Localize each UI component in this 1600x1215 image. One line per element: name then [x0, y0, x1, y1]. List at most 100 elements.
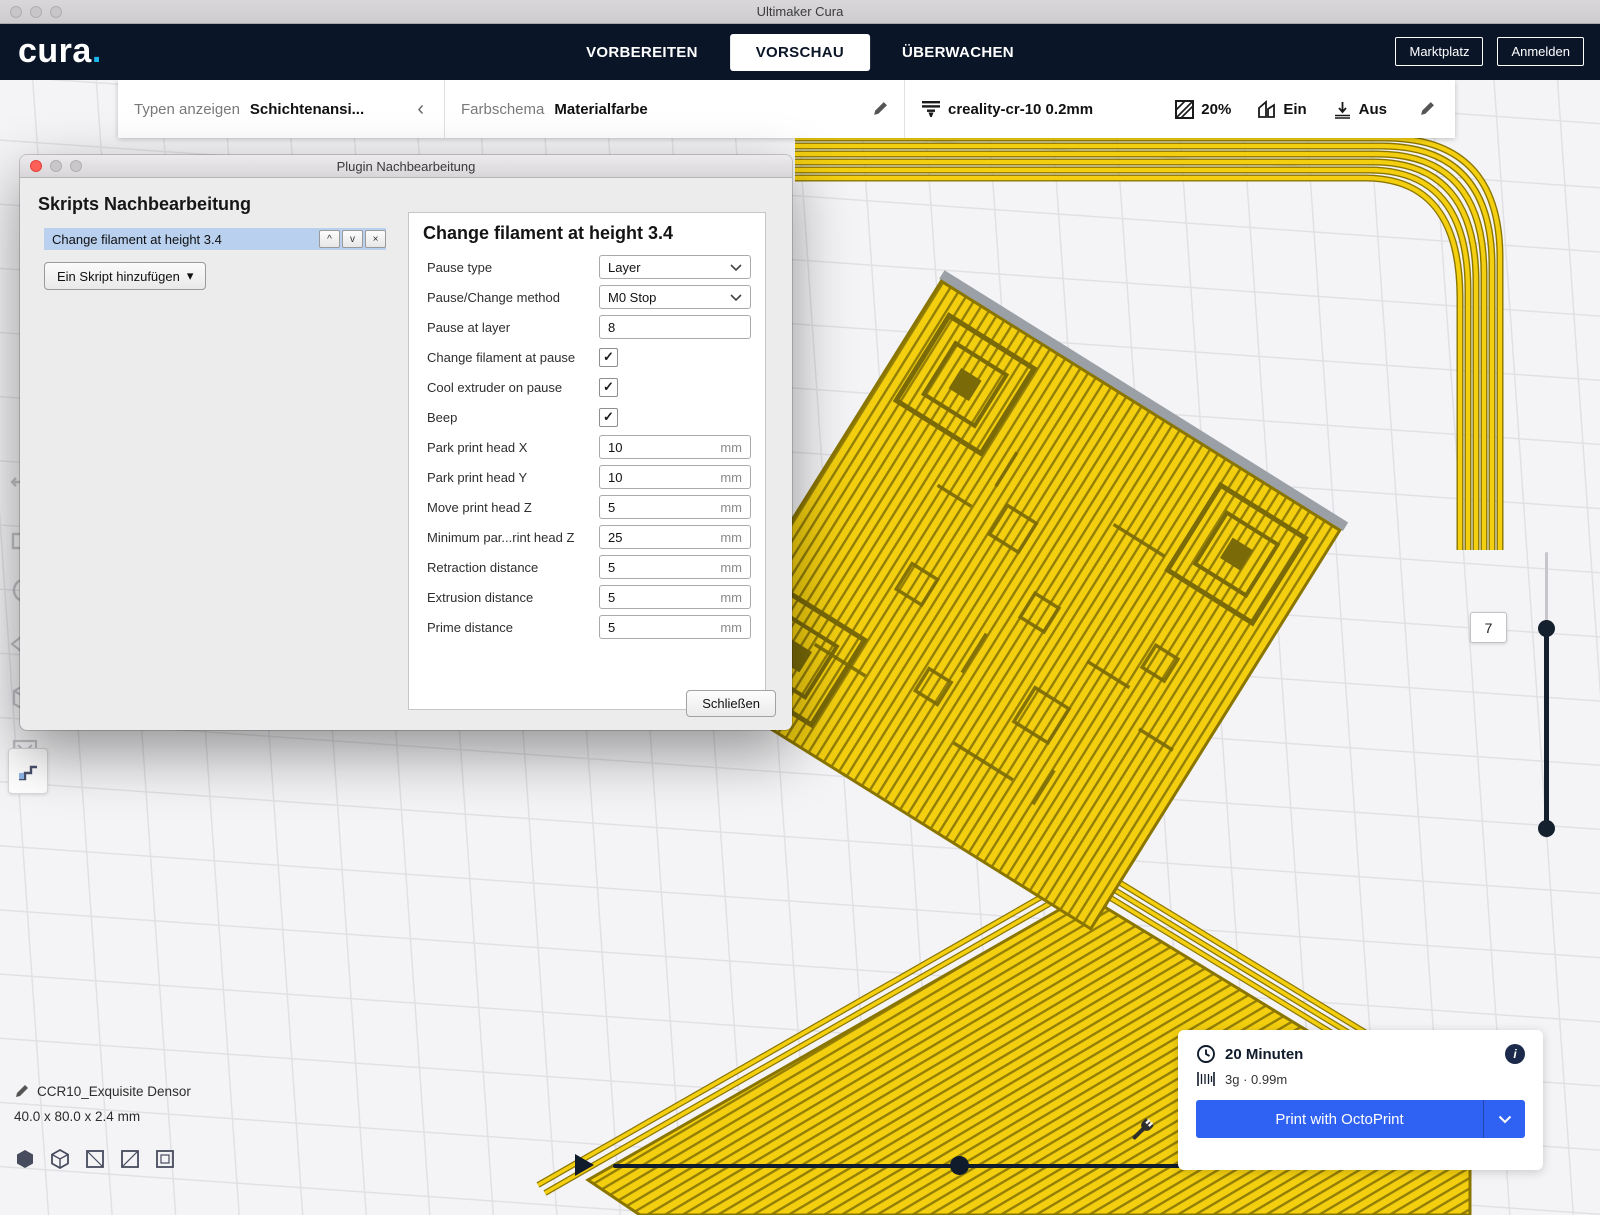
collapse-chevron-icon[interactable]: ‹: [413, 98, 428, 121]
print-time: 20 Minuten: [1225, 1046, 1303, 1063]
support-indicator[interactable]: Ein: [1257, 100, 1306, 119]
current-layer-value: 7: [1485, 620, 1493, 636]
path-slider-track[interactable]: [613, 1164, 1181, 1168]
view-top-icon[interactable]: [84, 1148, 106, 1170]
script-settings-panel: Change filament at height 3.4 Pause type…: [408, 212, 766, 710]
change-filament-checkbox[interactable]: ✓: [599, 348, 618, 367]
color-scheme-value: Materialfarbe: [554, 101, 647, 118]
move-z-input[interactable]: 5 mm: [599, 495, 751, 519]
park-x-input[interactable]: 10 mm: [599, 435, 751, 459]
signin-button[interactable]: Anmelden: [1497, 37, 1584, 66]
layer-slider-lower-handle[interactable]: [1538, 820, 1555, 837]
park-y-input[interactable]: 10 mm: [599, 465, 751, 489]
view-left-icon[interactable]: [119, 1148, 141, 1170]
info-icon[interactable]: i: [1505, 1044, 1525, 1064]
edit-color-scheme-button[interactable]: [872, 101, 888, 117]
zoom-window-button[interactable]: [50, 6, 62, 18]
field-row: Retraction distance 5 mm: [423, 552, 751, 582]
field-row: Pause/Change method M0 Stop: [423, 282, 751, 312]
nozzle-icon: [921, 100, 941, 118]
caret-down-icon: ▾: [187, 268, 194, 284]
object-list-panel[interactable]: [8, 748, 48, 794]
field-row: Change filament at pause ✓: [423, 342, 751, 372]
minimize-window-button[interactable]: [30, 6, 42, 18]
marketplace-button[interactable]: Marktplatz: [1395, 37, 1483, 66]
min-park-z-input[interactable]: 25 mm: [599, 525, 751, 549]
add-script-button[interactable]: Ein Skript hinzufügen ▾: [44, 262, 206, 290]
window-title: Ultimaker Cura: [757, 4, 844, 19]
infill-indicator[interactable]: 20%: [1175, 100, 1231, 119]
layer-slider-upper-handle[interactable]: [1538, 620, 1555, 637]
selected-script-row[interactable]: Change filament at height 3.4 ^ v ×: [44, 228, 386, 250]
dialog-window-controls: [30, 160, 82, 172]
field-row: Prime distance 5 mm: [423, 612, 751, 642]
adjust-settings-button[interactable]: [1126, 1116, 1156, 1146]
tab-preview[interactable]: VORSCHAU: [730, 34, 870, 71]
cool-extruder-checkbox[interactable]: ✓: [599, 378, 618, 397]
pause-at-layer-input[interactable]: 8: [599, 315, 751, 339]
adhesion-indicator[interactable]: Aus: [1333, 100, 1387, 119]
material-usage: 3g · 0.99m: [1225, 1072, 1287, 1087]
pause-method-select[interactable]: M0 Stop: [599, 285, 751, 309]
field-row: Cool extruder on pause ✓: [423, 372, 751, 402]
field-row: Park print head X 10 mm: [423, 432, 751, 462]
edit-print-settings-button[interactable]: [1419, 101, 1435, 117]
os-titlebar: Ultimaker Cura: [0, 0, 1600, 24]
view-3d-icon[interactable]: [14, 1148, 36, 1170]
pause-type-select[interactable]: Layer: [599, 255, 751, 279]
field-row: Move print head Z 5 mm: [423, 492, 751, 522]
dialog-minimize-button[interactable]: [50, 160, 62, 172]
view-front-icon[interactable]: [49, 1148, 71, 1170]
field-row: Minimum par...rint head Z 25 mm: [423, 522, 751, 552]
view-right-icon[interactable]: [154, 1148, 176, 1170]
tab-monitor[interactable]: ÜBERWACHEN: [876, 34, 1040, 71]
pencil-icon: [14, 1084, 29, 1099]
color-scheme-selector[interactable]: Farbschema Materialfarbe: [445, 80, 905, 138]
stage-tabs: VORBEREITEN VORSCHAU ÜBERWACHEN: [560, 24, 1040, 80]
path-slider-handle[interactable]: [950, 1156, 969, 1175]
checkmark-icon: ✓: [603, 349, 614, 365]
model-name: CCR10_Exquisite Densor: [37, 1084, 191, 1099]
chevron-down-icon: [1498, 1115, 1512, 1124]
dialog-close-button[interactable]: [30, 160, 42, 172]
field-row: Beep ✓: [423, 402, 751, 432]
extrusion-distance-input[interactable]: 5 mm: [599, 585, 751, 609]
checkmark-icon: ✓: [603, 379, 614, 395]
pencil-icon: [1419, 101, 1435, 117]
prime-distance-input[interactable]: 5 mm: [599, 615, 751, 639]
clock-icon: [1196, 1044, 1216, 1064]
wrench-icon: [1126, 1116, 1156, 1146]
beep-checkbox[interactable]: ✓: [599, 408, 618, 427]
print-with-octoprint-button[interactable]: Print with OctoPrint: [1196, 1100, 1525, 1138]
tab-prepare[interactable]: VORBEREITEN: [560, 34, 724, 71]
close-dialog-button[interactable]: Schließen: [686, 690, 776, 717]
color-scheme-label: Farbschema: [461, 101, 544, 118]
remove-script-button[interactable]: ×: [365, 230, 386, 248]
move-script-up-button[interactable]: ^: [319, 230, 340, 248]
cura-logo: cura.: [18, 32, 102, 71]
print-options-caret[interactable]: [1483, 1100, 1525, 1138]
view-type-value: Schichtenansi...: [250, 101, 364, 118]
chevron-down-icon: [730, 264, 742, 271]
support-icon: [1257, 100, 1276, 119]
printer-profile-selector[interactable]: creality-cr-10 0.2mm: [921, 100, 1093, 118]
steps-icon: [16, 759, 40, 783]
post-processing-dialog: Plugin Nachbearbeitung Skripts Nachbearb…: [20, 155, 792, 730]
model-dimensions: 40.0 x 80.0 x 2.4 mm: [14, 1109, 191, 1124]
layer-slider-range[interactable]: [1544, 628, 1549, 828]
adhesion-icon: [1333, 100, 1352, 119]
play-button[interactable]: [575, 1154, 594, 1176]
close-window-button[interactable]: [10, 6, 22, 18]
view-type-selector[interactable]: Typen anzeigen Schichtenansi... ‹: [118, 80, 445, 138]
dialog-zoom-button[interactable]: [70, 160, 82, 172]
retraction-distance-input[interactable]: 5 mm: [599, 555, 751, 579]
scripts-heading: Skripts Nachbearbeitung: [38, 194, 251, 215]
move-script-down-button[interactable]: v: [342, 230, 363, 248]
camera-view-buttons: [14, 1148, 176, 1170]
model-info: CCR10_Exquisite Densor 40.0 x 80.0 x 2.4…: [14, 1084, 191, 1124]
settings-heading: Change filament at height 3.4: [423, 223, 751, 244]
window-controls: [10, 6, 62, 18]
checkmark-icon: ✓: [603, 409, 614, 425]
field-row: Pause at layer 8: [423, 312, 751, 342]
field-row: Pause type Layer: [423, 252, 751, 282]
